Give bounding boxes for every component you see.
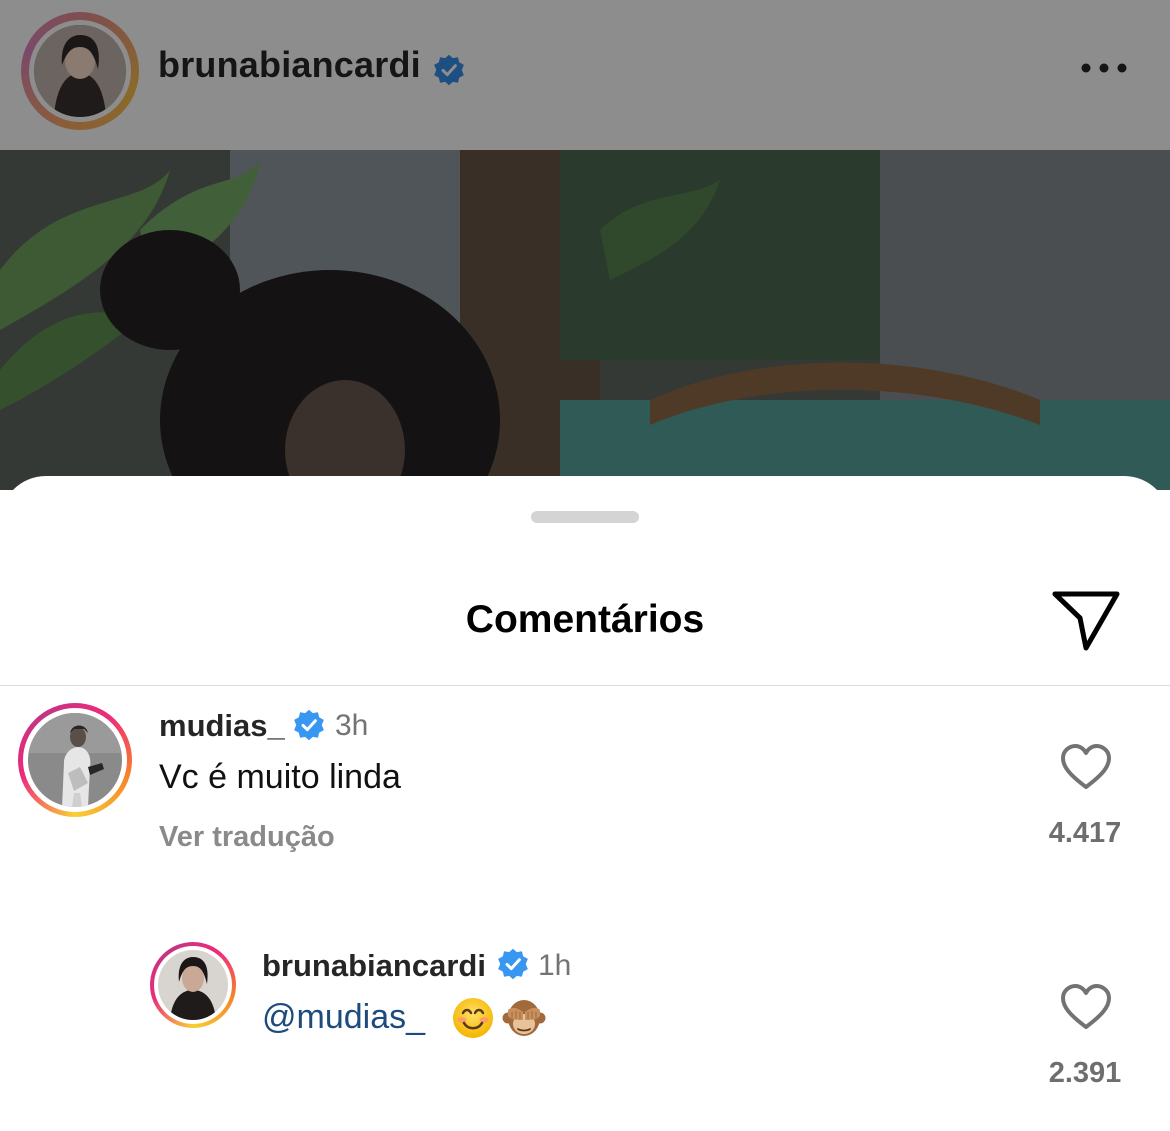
like-count: 2.391: [1048, 1057, 1122, 1089]
comment-timestamp: 1h: [538, 949, 572, 982]
post-image[interactable]: [0, 150, 1170, 490]
see-no-evil-monkey-emoji: [502, 1000, 546, 1036]
comment-username[interactable]: brunabiancardi: [262, 948, 486, 984]
post-author-avatar[interactable]: [21, 12, 139, 130]
post-header: brunabiancardi: [0, 0, 1170, 150]
instagram-post-screen: brunabiancardi Comentários mudias_ 3h Vc…: [0, 0, 1170, 1131]
verified-badge-icon: [294, 709, 324, 741]
more-horizontal-icon[interactable]: [1080, 58, 1130, 78]
see-translation-link[interactable]: Ver tradução: [159, 821, 335, 854]
sheet-title: Comentários: [465, 598, 705, 641]
post-author-username[interactable]: brunabiancardi: [158, 44, 421, 86]
heart-icon[interactable]: [1060, 743, 1112, 791]
comment-username[interactable]: mudias_: [159, 708, 285, 744]
sheet-grabber-handle[interactable]: [531, 511, 639, 523]
like-count: 4.417: [1048, 817, 1122, 849]
verified-badge-icon: [498, 948, 528, 980]
profile-photo: [34, 25, 126, 117]
paper-plane-icon[interactable]: [1050, 588, 1122, 654]
comments-sheet: Comentários mudias_ 3h Vc é muito linda …: [0, 476, 1170, 1131]
verified-badge-icon: [434, 54, 464, 86]
profile-photo: [28, 713, 122, 807]
smiling-face-emoji: [453, 998, 493, 1038]
comment-timestamp: 3h: [335, 709, 369, 742]
commenter-avatar[interactable]: [150, 942, 236, 1028]
commenter-avatar[interactable]: [18, 703, 132, 817]
mention-link[interactable]: @mudias_: [262, 998, 425, 1037]
heart-icon[interactable]: [1060, 983, 1112, 1031]
profile-photo: [158, 950, 228, 1020]
divider: [0, 685, 1170, 686]
comment-text: Vc é muito linda: [159, 758, 401, 796]
